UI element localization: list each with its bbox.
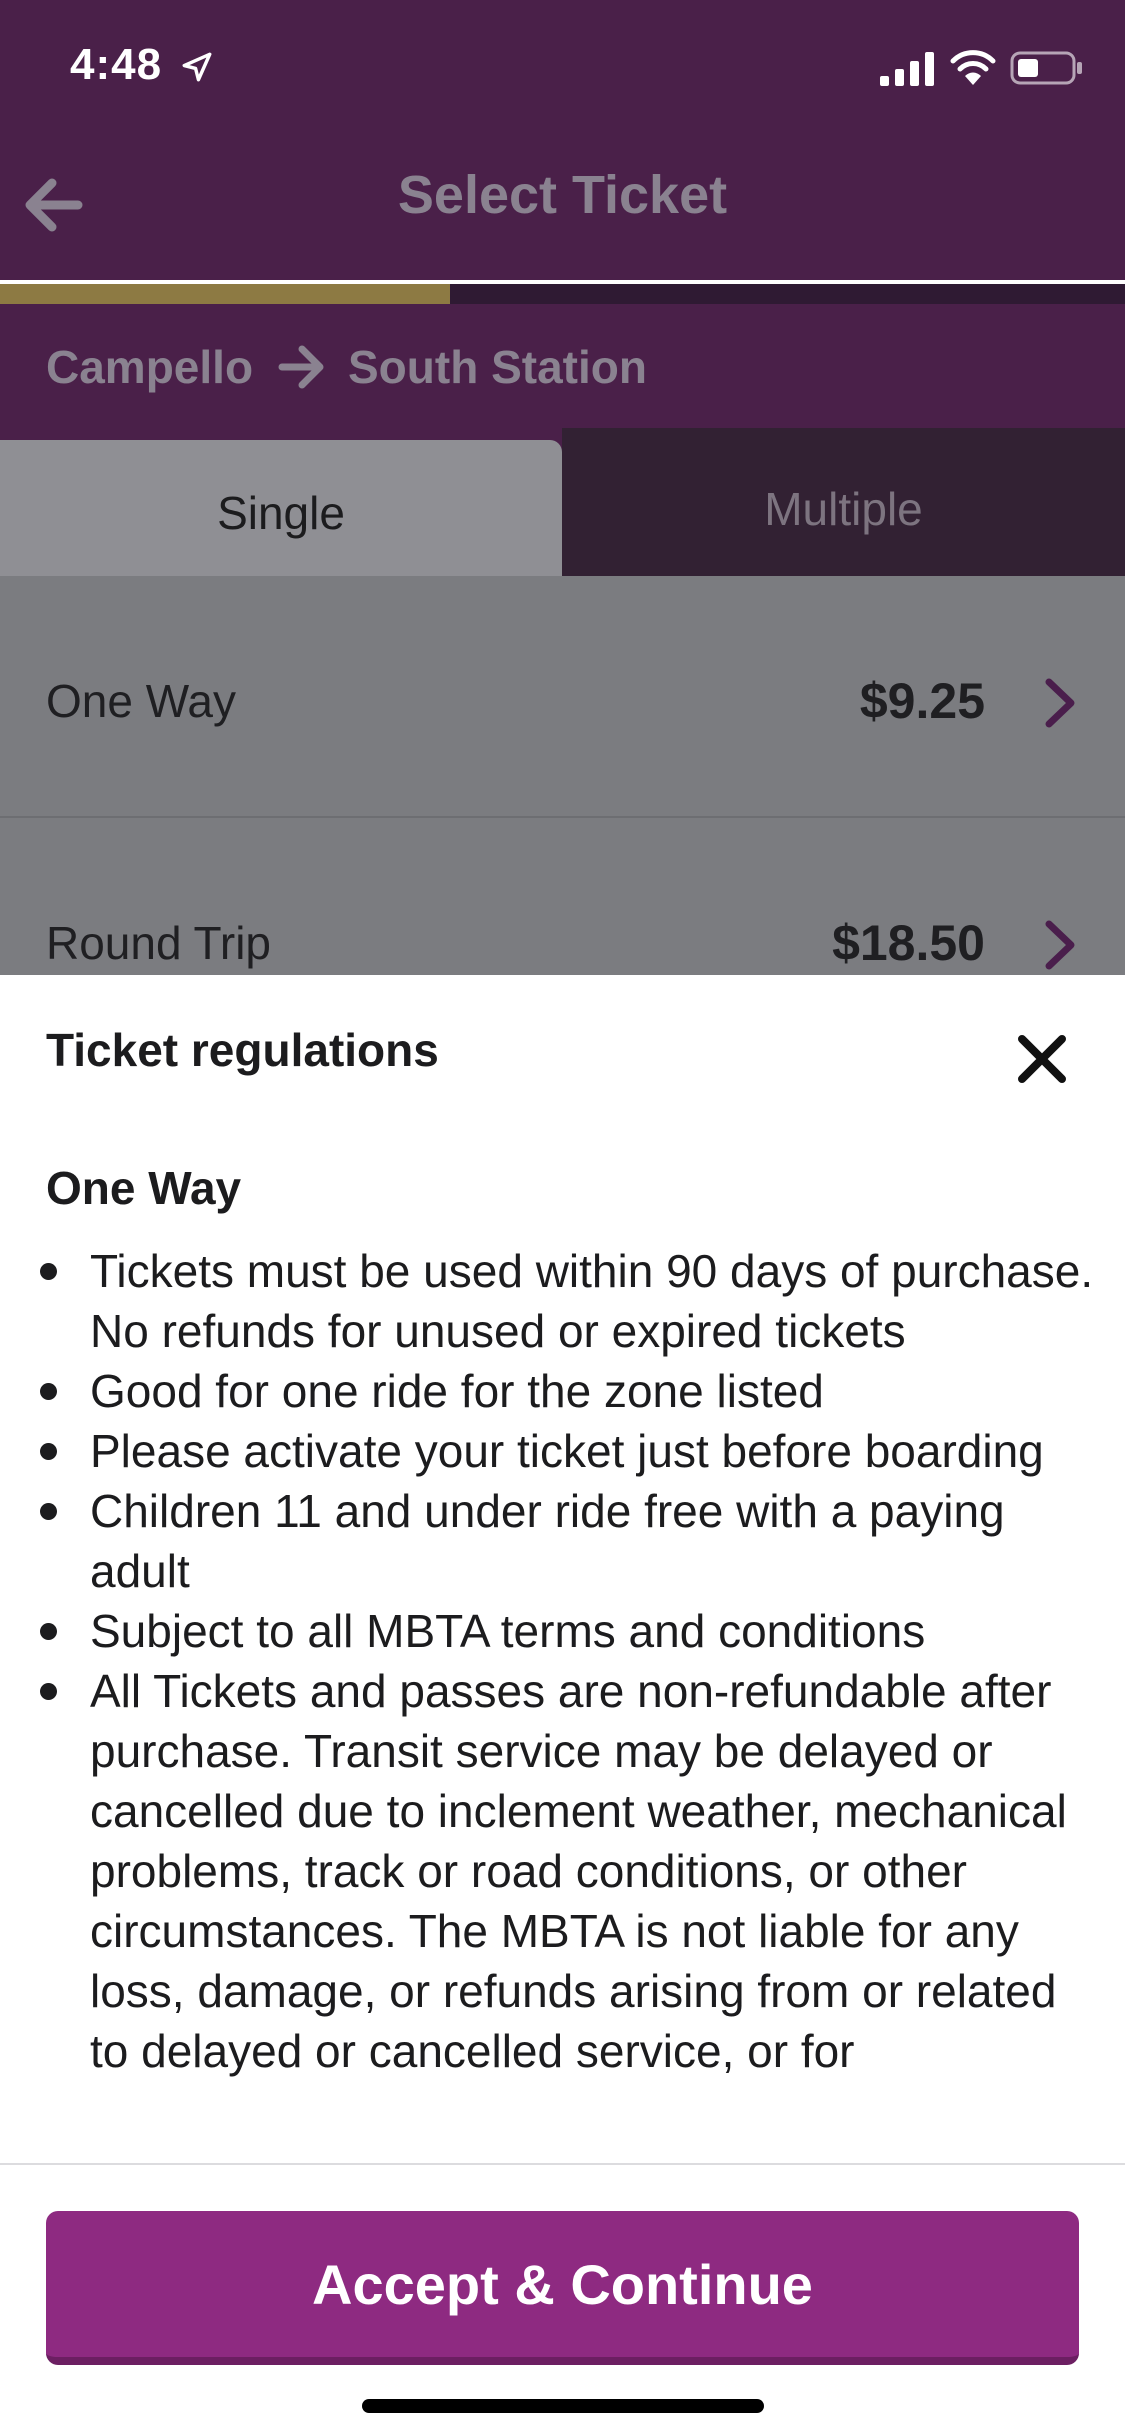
regulations-list: Tickets must be used within 90 days of p…	[0, 1241, 1125, 2081]
regulation-item: Good for one ride for the zone listed	[0, 1361, 1125, 1421]
status-bar: 4:48	[0, 0, 1125, 140]
ticket-price: $9.25	[859, 673, 985, 729]
ticket-regulations-sheet: Ticket regulations One Way Tickets must …	[0, 975, 1125, 2436]
progress-fill	[0, 284, 450, 304]
regulation-item: All Tickets and passes are non-refundabl…	[0, 1661, 1125, 2081]
ticket-name: One Way	[46, 675, 237, 727]
navigation-bar: Select Ticket	[0, 140, 1125, 280]
battery-icon	[1010, 51, 1082, 85]
chevron-right-icon	[1045, 920, 1075, 970]
route-destination: South Station	[348, 341, 647, 393]
regulations-scroll-area[interactable]: Tickets must be used within 90 days of p…	[0, 1241, 1125, 2163]
tab-multiple[interactable]: Multiple	[562, 428, 1125, 576]
close-icon[interactable]	[1010, 1027, 1074, 1091]
route-bar: Campello South Station	[0, 304, 1125, 428]
location-arrow-icon	[182, 52, 212, 82]
tab-single-label: Single	[217, 487, 345, 539]
tab-single[interactable]: Single	[0, 440, 562, 576]
wifi-icon	[950, 50, 996, 85]
ticket-list: One Way $9.25 Round Trip $18.50	[0, 576, 1125, 976]
chevron-right-icon	[1045, 678, 1075, 728]
regulation-item: Please activate your ticket just before …	[0, 1421, 1125, 1481]
ticket-row-one-way[interactable]: One Way $9.25	[0, 576, 1125, 818]
regulation-item: Children 11 and under ride free with a p…	[0, 1481, 1125, 1601]
ticket-type-tabs: Single Multiple	[0, 428, 1125, 576]
arrow-right-icon	[278, 345, 324, 389]
accept-continue-button[interactable]: Accept & Continue	[46, 2211, 1079, 2365]
divider	[0, 2163, 1125, 2165]
section-heading: One Way	[46, 1162, 242, 1214]
regulation-item: Subject to all MBTA terms and conditions	[0, 1601, 1125, 1661]
regulation-item: Tickets must be used within 90 days of p…	[0, 1241, 1125, 1361]
ticket-name: Round Trip	[46, 917, 272, 969]
route-origin: Campello	[46, 341, 254, 393]
tab-multiple-label: Multiple	[764, 483, 923, 535]
status-time: 4:48	[70, 40, 163, 89]
cellular-signal-icon	[880, 52, 934, 86]
progress-bar	[0, 284, 1125, 304]
sheet-title: Ticket regulations	[46, 1024, 439, 1076]
page-title: Select Ticket	[397, 165, 728, 225]
ticket-row-round-trip[interactable]: Round Trip $18.50	[0, 818, 1125, 976]
home-indicator	[362, 2399, 764, 2413]
ticket-price: $18.50	[832, 915, 985, 971]
